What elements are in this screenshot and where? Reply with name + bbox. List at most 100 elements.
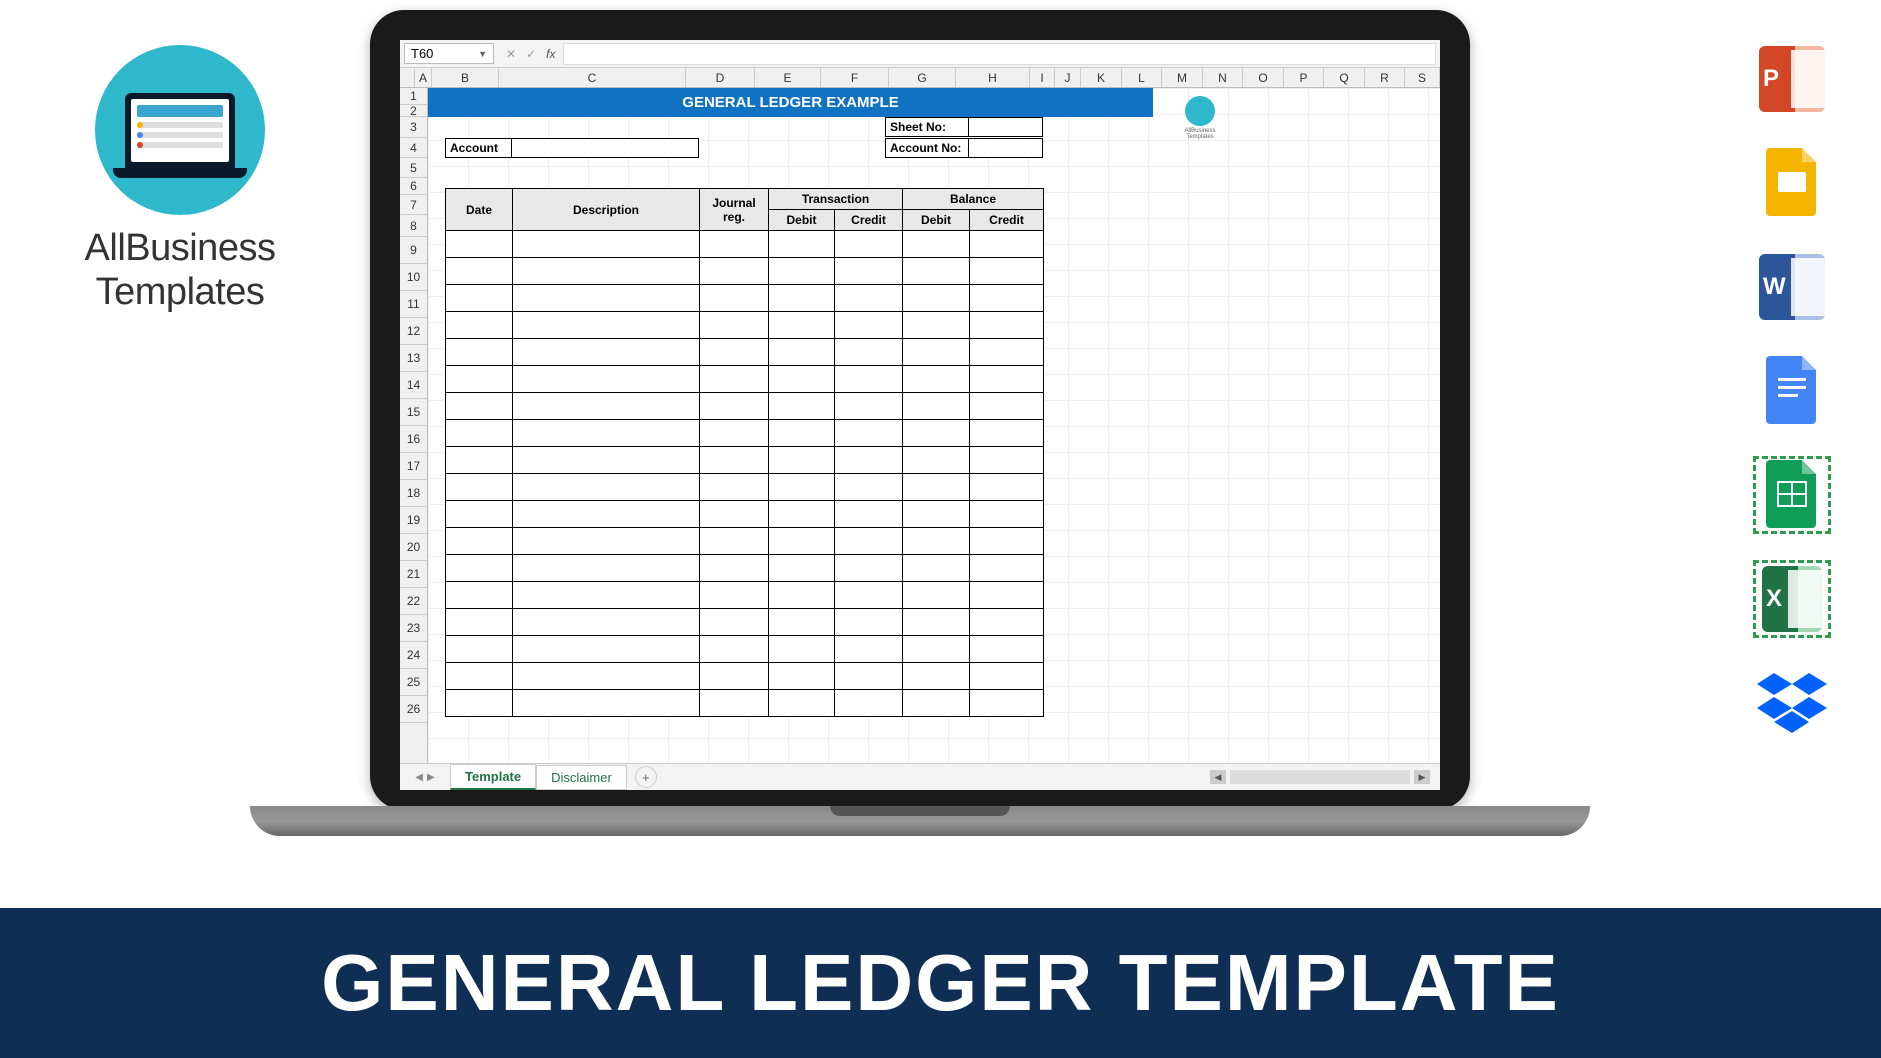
cell[interactable] — [513, 393, 700, 420]
cell[interactable] — [446, 555, 513, 582]
cell[interactable] — [513, 663, 700, 690]
cell[interactable] — [769, 312, 835, 339]
col-transaction[interactable]: Transaction — [769, 189, 903, 210]
cell[interactable] — [446, 231, 513, 258]
cell[interactable] — [835, 312, 903, 339]
row-header[interactable]: 5 — [400, 158, 427, 178]
cell[interactable] — [513, 420, 700, 447]
col-date[interactable]: Date — [446, 189, 513, 231]
select-all-corner[interactable] — [400, 68, 415, 87]
cell[interactable] — [513, 366, 700, 393]
cell[interactable] — [446, 690, 513, 717]
name-box[interactable]: T60 ▼ — [404, 43, 494, 64]
cell[interactable] — [513, 312, 700, 339]
scroll-right-icon[interactable]: ▶ — [1414, 770, 1430, 784]
row-header[interactable]: 17 — [400, 453, 427, 480]
cell[interactable] — [903, 582, 970, 609]
cell[interactable] — [769, 528, 835, 555]
dropbox-icon[interactable] — [1753, 664, 1831, 742]
cancel-icon[interactable]: ✕ — [506, 47, 516, 61]
add-sheet-button[interactable]: + — [635, 766, 657, 788]
cell[interactable] — [903, 474, 970, 501]
cell[interactable] — [513, 231, 700, 258]
cell[interactable] — [903, 528, 970, 555]
row-header[interactable]: 14 — [400, 372, 427, 399]
cell[interactable] — [513, 258, 700, 285]
row-header[interactable]: 3 — [400, 117, 427, 138]
formula-input[interactable] — [563, 43, 1436, 65]
cell[interactable] — [513, 528, 700, 555]
word-icon[interactable]: W — [1753, 248, 1831, 326]
cell[interactable] — [513, 609, 700, 636]
column-header[interactable]: C — [499, 68, 686, 87]
row-header[interactable]: 15 — [400, 399, 427, 426]
row-header[interactable]: 13 — [400, 345, 427, 372]
cell[interactable] — [903, 447, 970, 474]
cell[interactable] — [769, 285, 835, 312]
cell[interactable] — [446, 285, 513, 312]
cell[interactable] — [513, 690, 700, 717]
cell[interactable] — [513, 285, 700, 312]
row-header[interactable]: 25 — [400, 669, 427, 696]
column-header[interactable]: P — [1284, 68, 1324, 87]
column-header[interactable]: M — [1162, 68, 1203, 87]
cell[interactable] — [835, 285, 903, 312]
column-header[interactable]: O — [1243, 68, 1284, 87]
cell[interactable] — [903, 393, 970, 420]
cell[interactable] — [769, 582, 835, 609]
row-header[interactable]: 19 — [400, 507, 427, 534]
cell[interactable] — [700, 231, 769, 258]
cell[interactable] — [903, 339, 970, 366]
cell[interactable] — [835, 420, 903, 447]
cell[interactable] — [835, 636, 903, 663]
cell[interactable] — [903, 555, 970, 582]
cell[interactable] — [446, 663, 513, 690]
cell[interactable] — [970, 339, 1044, 366]
row-header[interactable]: 2 — [400, 105, 427, 117]
cell[interactable] — [700, 501, 769, 528]
cell[interactable] — [700, 420, 769, 447]
column-header[interactable]: F — [821, 68, 889, 87]
cell[interactable] — [970, 609, 1044, 636]
cell[interactable] — [446, 501, 513, 528]
row-header[interactable]: 18 — [400, 480, 427, 507]
scroll-left-icon[interactable]: ◀ — [1210, 770, 1226, 784]
cell[interactable] — [970, 474, 1044, 501]
fx-icon[interactable]: fx — [546, 47, 555, 61]
col-description[interactable]: Description — [513, 189, 700, 231]
row-header[interactable]: 12 — [400, 318, 427, 345]
cell[interactable] — [769, 609, 835, 636]
cell[interactable] — [769, 474, 835, 501]
cell[interactable] — [700, 609, 769, 636]
tab-template[interactable]: Template — [450, 764, 536, 790]
cell[interactable] — [769, 501, 835, 528]
cell[interactable] — [970, 393, 1044, 420]
google-slides-icon[interactable] — [1753, 144, 1831, 222]
cell[interactable] — [513, 339, 700, 366]
cell[interactable] — [970, 285, 1044, 312]
row-header[interactable]: 1 — [400, 88, 427, 105]
cell[interactable] — [769, 690, 835, 717]
cell[interactable] — [700, 474, 769, 501]
cell[interactable] — [446, 393, 513, 420]
cell[interactable] — [700, 555, 769, 582]
col-t-credit[interactable]: Credit — [835, 210, 903, 231]
cell[interactable] — [769, 231, 835, 258]
column-header[interactable]: N — [1203, 68, 1243, 87]
cell[interactable] — [446, 609, 513, 636]
cell[interactable] — [769, 339, 835, 366]
row-header[interactable]: 20 — [400, 534, 427, 561]
row-header[interactable]: 24 — [400, 642, 427, 669]
cell[interactable] — [903, 258, 970, 285]
cell[interactable] — [970, 312, 1044, 339]
cell[interactable] — [446, 447, 513, 474]
col-balance[interactable]: Balance — [903, 189, 1044, 210]
google-sheets-icon[interactable] — [1753, 456, 1831, 534]
cell[interactable] — [700, 339, 769, 366]
cell[interactable] — [769, 663, 835, 690]
cell[interactable] — [970, 366, 1044, 393]
cell[interactable] — [970, 258, 1044, 285]
column-header[interactable]: R — [1365, 68, 1405, 87]
cell[interactable] — [835, 663, 903, 690]
cell[interactable] — [903, 420, 970, 447]
